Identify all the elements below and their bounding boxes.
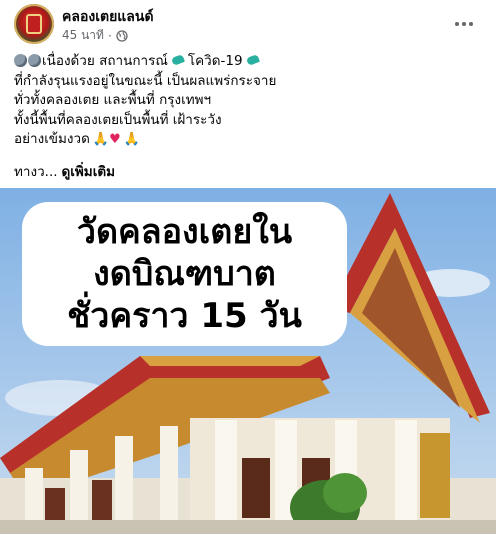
post-timestamp[interactable]: 45 นาที <box>62 26 104 45</box>
headline-line-1: วัดคลองเตยใน <box>76 212 293 252</box>
post-message: เนื่องด้วย สถานการณ์ โควิด-19 ที่กำลังรุน… <box>14 52 484 150</box>
more-options-icon[interactable] <box>450 12 478 36</box>
post-line-2: ที่กำลังรุนแรงอยู่ในขณะนี้ เป็นผลแพร่กระ… <box>14 72 277 89</box>
post-line-4: ทั้งนี้พื้นที่คลองเตยเป็นพื้นที่ เฝ้าระว… <box>14 111 222 128</box>
pray-emoji: 🙏 <box>123 132 140 147</box>
headline-line-3: ชั่วคราว 15 วัน <box>67 296 302 336</box>
virus-emoji <box>245 54 260 66</box>
globe-icon <box>116 29 128 42</box>
post-line-5: อย่างเข้มงวด 🙏♥ 🙏 <box>14 130 484 150</box>
see-more-row: ทางว... ดูเพิ่มเติม <box>14 160 115 182</box>
post-header: คลองเตยแลนด์ 45 นาที · <box>0 0 496 50</box>
heart-emoji: ♥ <box>109 132 121 147</box>
mask-emoji <box>28 54 41 67</box>
headline-banner: วัดคลองเตยใน งดบิณฑบาต ชั่วคราว 15 วัน <box>22 202 347 346</box>
virus-emoji <box>170 54 185 66</box>
page-avatar[interactable] <box>14 4 54 44</box>
mask-emoji <box>14 54 27 67</box>
post-meta: 45 นาที · <box>62 26 128 45</box>
pray-emoji: 🙏 <box>92 132 110 147</box>
truncated-text: ทางว... <box>14 164 58 180</box>
post-line-1: เนื่องด้วย สถานการณ์ โควิด-19 <box>14 52 484 72</box>
post-line-3: ทั่วทั้งคลองเตย และพื้นที่ กรุงเทพฯ <box>14 92 212 108</box>
see-more-link[interactable]: ดูเพิ่มเติม <box>62 164 115 180</box>
post-image[interactable]: วัดคลองเตยใน งดบิณฑบาต ชั่วคราว 15 วัน <box>0 188 496 534</box>
page-name[interactable]: คลองเตยแลนด์ <box>62 6 154 28</box>
meta-separator: · <box>107 28 112 43</box>
headline-line-2: งดบิณฑบาต <box>93 254 276 294</box>
